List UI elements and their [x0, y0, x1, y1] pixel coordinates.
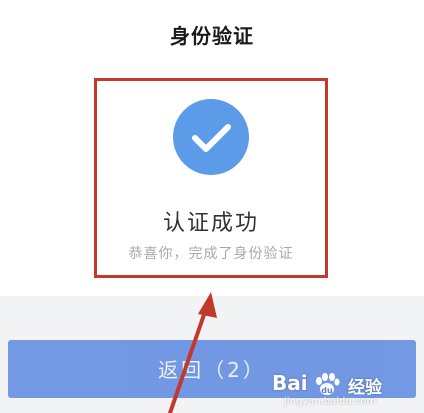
verification-page: 身份验证 认证成功 恭喜你，完成了身份验证 返回（2） Bai du 经验 ji…	[0, 0, 424, 413]
baidu-jingyan-watermark: Bai du 经验 jingyan.baidu.com	[268, 371, 418, 411]
svg-text:du: du	[321, 386, 333, 395]
watermark-url: jingyan.baidu.com	[284, 396, 377, 407]
watermark-brand: 经验	[348, 378, 382, 398]
result-subtitle: 恭喜你，完成了身份验证	[128, 246, 294, 262]
success-check-circle	[173, 99, 249, 175]
verification-result-card: 认证成功 恭喜你，完成了身份验证	[94, 78, 328, 278]
result-title: 认证成功	[162, 211, 259, 236]
page-title: 身份验证	[170, 24, 254, 48]
watermark-logo: Bai	[272, 371, 308, 395]
check-icon	[192, 124, 231, 152]
paw-icon: du	[316, 373, 340, 395]
